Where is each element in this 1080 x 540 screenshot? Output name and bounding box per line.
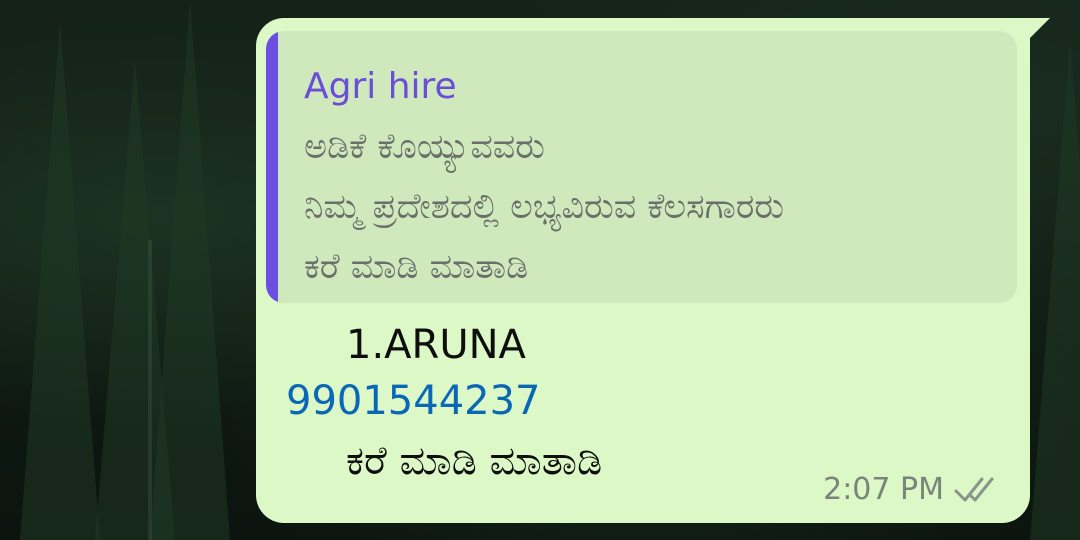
message-name-line: 1.ARUNA xyxy=(346,322,526,368)
quoted-line-3: ಕರೆ ಮಾಡಿ ಮಾತಾಡಿ xyxy=(304,247,529,287)
quoted-message[interactable]: Agri hire ಅಡಿಕೆ ಕೊಯ್ಯುವವರು ನಿಮ್ಮ ಪ್ರದೇಶದ… xyxy=(266,31,1017,303)
quote-accent-bar xyxy=(266,31,278,303)
quoted-sender-name: Agri hire xyxy=(304,66,457,107)
quoted-line-1: ಅಡಿಕೆ ಕೊಯ್ಯುವವರು xyxy=(304,127,545,167)
double-check-icon xyxy=(954,476,1000,504)
wallpaper-tree xyxy=(20,20,100,540)
wallpaper-tree xyxy=(1030,40,1080,540)
quoted-line-2: ನಿಮ್ಮ ಪ್ರದೇಶದಲ್ಲಿ ಲಭ್ಯವಿರುವ ಕೆಲಸಗಾರರು xyxy=(304,187,785,227)
wallpaper-trunk xyxy=(148,240,152,540)
message-bubble[interactable]: Agri hire ಅಡಿಕೆ ಕೊಯ್ಯುವವರು ನಿಮ್ಮ ಪ್ರದೇಶದ… xyxy=(256,18,1030,523)
wallpaper-tree xyxy=(150,0,230,540)
message-meta: 2:07 PM xyxy=(823,470,1000,510)
message-call-line: ಕರೆ ಮಾಡಿ ಮಾತಾಡಿ xyxy=(346,438,603,484)
phone-number-link[interactable]: 9901544237 xyxy=(286,378,541,424)
message-timestamp: 2:07 PM xyxy=(823,472,944,507)
